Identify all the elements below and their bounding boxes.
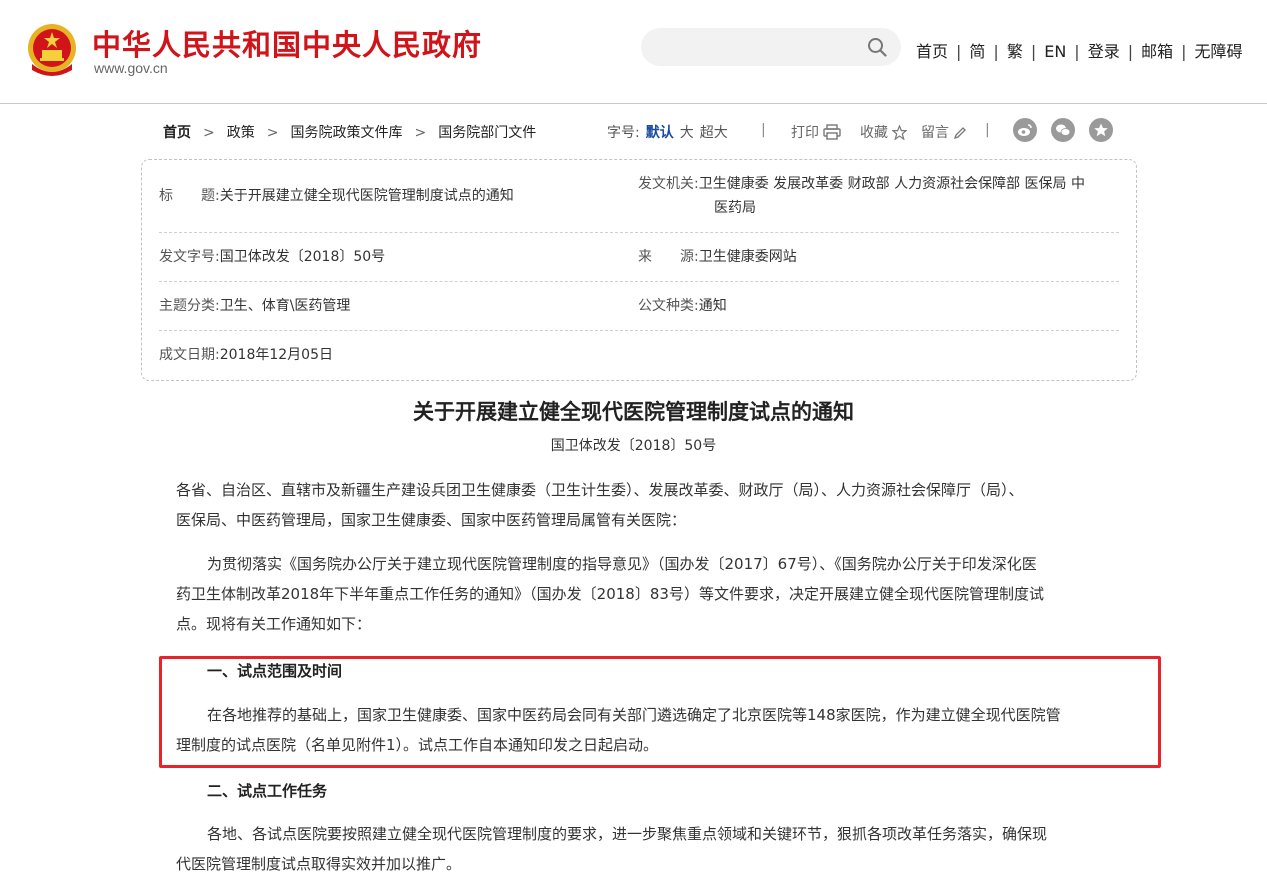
favorite-label: 收藏 [860,125,888,141]
printer-icon [823,124,841,140]
paragraph-line: 医保局、中医药管理局，国家卫生健康委、国家中医药管理局属管有关医院： [176,511,687,529]
paragraph-line: 各地、各试点医院要按照建立健全现代医院管理制度的要求，进一步聚焦重点领域和关键环… [207,825,1048,843]
metadata-topic-value: 卫生、体育\医药管理 [219,298,351,314]
metadata-date-label: 成文日期: [159,347,220,363]
metadata-title-value: 关于开展建立健全现代医院管理制度试点的通知 [219,188,514,204]
site-header: 中华人民共和国中央人民政府 www.gov.cn 首页 | 简 | 繁 | EN | 登录 | 邮箱… [0,0,1267,104]
font-size-default[interactable]: 默认 [646,125,674,141]
search-icon[interactable] [867,37,887,57]
toolbar-divider: | [985,122,990,138]
site-domain: www.gov.cn [94,60,168,76]
star-outline-icon [891,124,908,141]
message-button[interactable]: 留言 [921,122,967,142]
pencil-icon [953,127,966,140]
section-heading: 二、试点工作任务 [207,782,328,800]
metadata-doc-number-label: 发文字号: [159,249,220,265]
font-size-large[interactable]: 大 [680,125,694,141]
breadcrumb: 首页 > 政策 > 国务院政策文件库 > 国务院部门文件 [163,122,536,142]
paragraph-line: 为贯彻落实《国务院办公厅关于建立现代医院管理制度的指导意见》（国办发〔2017〕… [207,555,1037,573]
nav-separator: | [1074,42,1080,61]
favorite-star-icon [1094,123,1108,137]
breadcrumb-policy[interactable]: 政策 [227,125,255,141]
wechat-share-button[interactable] [1051,118,1075,142]
wechat-icon [1056,124,1071,136]
print-label: 打印 [791,125,819,141]
nav-home[interactable]: 首页 [916,42,948,61]
font-size-label: 字号: [607,125,640,141]
nav-login[interactable]: 登录 [1088,42,1120,61]
favorite-share-button[interactable] [1089,118,1113,142]
metadata-source-value: 卫生健康委网站 [698,249,797,265]
metadata-doc-number-value: 国卫体改发〔2018〕50号 [219,249,386,265]
metadata-date-value: 2018年12月05日 [219,347,333,363]
print-button[interactable]: 打印 [791,122,841,142]
metadata-date: 成文日期:2018年12月05日 [159,343,333,367]
toolbar-divider: | [761,122,766,138]
metadata-row: 发文字号:国卫体改发〔2018〕50号 来 源:卫生健康委网站 [159,233,1119,282]
article-toolbar: 首页 > 政策 > 国务院政策文件库 > 国务院部门文件 字号: 默认大超大 | 打印 收藏 … [0,116,1267,146]
font-size-selector: 字号: 默认大超大 [607,122,728,142]
search-input[interactable] [659,36,863,60]
paragraph-line: 代医院管理制度试点取得实效并加以推广。 [176,855,462,873]
chevron-right-icon: > [266,125,279,141]
metadata-issuer: 发文机关:卫生健康委 发展改革委 财政部 人力资源社会保障部 医保局 中 医药局 [638,172,1085,220]
nav-separator: | [1030,42,1037,61]
metadata-issuer-label: 发文机关: [638,176,699,192]
nav-simplified[interactable]: 简 [969,42,985,61]
metadata-source: 来 源:卫生健康委网站 [638,245,797,269]
breadcrumb-home[interactable]: 首页 [163,125,191,141]
metadata-issuer-value-continued: 医药局 [714,200,756,216]
nav-mail[interactable]: 邮箱 [1141,42,1173,61]
metadata-doc-type: 公文种类:通知 [638,294,727,318]
paragraph-line: 各省、自治区、直辖市及新疆生产建设兵团卫生健康委（卫生计生委）、发展改革委、财政… [176,481,1024,499]
national-emblem-icon[interactable] [26,22,78,78]
nav-english[interactable]: EN [1044,42,1066,61]
metadata-title-label: 标 题: [159,188,220,204]
favorite-button[interactable]: 收藏 [860,122,908,142]
article-title: 关于开展建立健全现代医院管理制度试点的通知 [413,399,854,424]
metadata-doc-number: 发文字号:国卫体改发〔2018〕50号 [159,245,385,269]
article-doc-number: 国卫体改发〔2018〕50号 [550,438,717,454]
document-metadata-box: 标 题:关于开展建立健全现代医院管理制度试点的通知 发文机关:卫生健康委 发展改… [141,159,1137,381]
font-size-xlarge[interactable]: 超大 [700,125,728,141]
chevron-right-icon: > [414,125,427,141]
weibo-icon [1018,124,1032,136]
nav-separator: | [993,42,999,61]
nav-separator: | [956,42,962,61]
paragraph-line: 点。现将有关工作通知如下： [176,615,372,633]
metadata-row: 主题分类:卫生、体育\医药管理 公文种类:通知 [159,282,1119,331]
paragraph-line: 药卫生体制改革2018年下半年重点工作任务的通知》（国办发〔2018〕83号）等… [176,585,1044,603]
metadata-row: 标 题:关于开展建立健全现代医院管理制度试点的通知 发文机关:卫生健康委 发展改… [159,160,1119,233]
weibo-share-button[interactable] [1013,118,1037,142]
metadata-issuer-value: 卫生健康委 发展改革委 财政部 人力资源社会保障部 医保局 中 [698,176,1085,192]
top-nav: 首页 | 简 | 繁 | EN | 登录 | 邮箱 | 无障碍 [916,38,1243,62]
nav-accessibility[interactable]: 无障碍 [1195,42,1243,61]
article-paragraph: 各地、各试点医院要按照建立健全现代医院管理制度的要求，进一步聚焦重点领域和关键环… [176,819,1111,879]
nav-traditional[interactable]: 繁 [1007,42,1023,61]
breadcrumb-policy-library[interactable]: 国务院政策文件库 [290,125,402,141]
metadata-doc-type-label: 公文种类: [638,298,699,314]
search-box [641,28,901,66]
message-label: 留言 [921,125,949,141]
metadata-topic: 主题分类:卫生、体育\医药管理 [159,294,350,318]
metadata-topic-label: 主题分类: [159,298,220,314]
metadata-title: 标 题:关于开展建立健全现代医院管理制度试点的通知 [159,184,514,208]
site-title[interactable]: 中华人民共和国中央人民政府 [92,22,482,64]
article-paragraph: 各省、自治区、直辖市及新疆生产建设兵团卫生健康委（卫生计生委）、发展改革委、财政… [176,475,1111,535]
metadata-doc-type-value: 通知 [698,298,727,314]
breadcrumb-department-docs[interactable]: 国务院部门文件 [438,125,536,141]
metadata-source-label: 来 源: [638,249,699,265]
nav-separator: | [1127,42,1134,61]
nav-separator: | [1181,42,1187,61]
highlight-box [159,656,1161,768]
chevron-right-icon: > [203,125,215,141]
article-paragraph: 为贯彻落实《国务院办公厅关于建立现代医院管理制度的指导意见》（国办发〔2017〕… [176,549,1111,639]
